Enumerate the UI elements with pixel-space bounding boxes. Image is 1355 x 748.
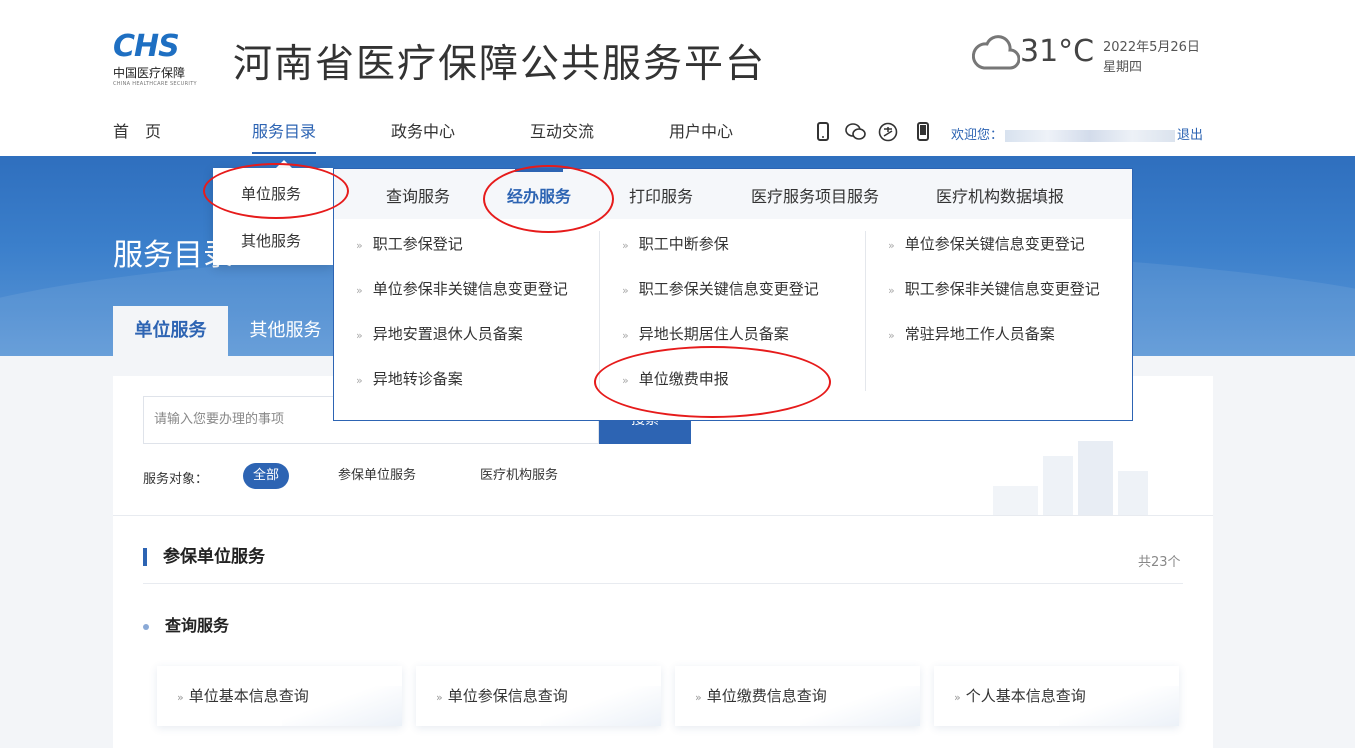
subsection-label: 查询服务 (165, 616, 230, 635)
double-chevron-icon: » (356, 284, 363, 297)
double-chevron-icon: » (622, 284, 629, 297)
menu-item-label: 异地转诊备案 (372, 370, 463, 388)
double-chevron-icon: » (888, 239, 895, 252)
menu-item-label: 职工参保非关键信息变更登记 (904, 280, 1100, 298)
menu-item[interactable]: » 异地转诊备案 (356, 368, 463, 389)
service-card-label: 个人基本信息查询 (965, 687, 1086, 705)
filter-option-all[interactable]: 全部 (243, 463, 289, 489)
double-chevron-icon: » (356, 374, 363, 387)
menu-item[interactable]: » 职工参保登记 (356, 233, 463, 254)
logout-link[interactable]: 退出 (1177, 128, 1203, 143)
double-chevron-icon: » (177, 691, 184, 704)
column-divider (865, 231, 866, 391)
mobile-icon[interactable] (816, 122, 836, 142)
menu-item[interactable]: » 异地长期居住人员备案 (622, 323, 789, 344)
dropdown-tab-bar: 查询服务 经办服务 打印服务 医疗服务项目服务 医疗机构数据填报 (334, 169, 1132, 219)
weather-weekday: 星期四 (1103, 60, 1143, 75)
double-chevron-icon: » (695, 691, 702, 704)
dropdown-tab-query[interactable]: 查询服务 (386, 169, 450, 219)
weather-widget: 31°C 2022年5月26日 星期四 (972, 28, 1212, 78)
double-chevron-icon: » (888, 284, 895, 297)
service-card[interactable]: » 单位基本信息查询 (157, 666, 402, 726)
menu-item[interactable]: » 职工参保非关键信息变更登记 (888, 278, 1100, 299)
menu-item-label: 异地安置退休人员备案 (372, 325, 523, 343)
service-card-label: 单位参保信息查询 (447, 687, 568, 705)
main-content: 请输入您要办理的事项 搜索 服务对象： 全部 参保单位服务 医疗机构服务 参保单… (113, 376, 1213, 748)
filter-option-medical-institution[interactable]: 医疗机构服务 (480, 463, 558, 489)
service-card-label: 单位基本信息查询 (188, 687, 309, 705)
menu-item-label: 职工参保关键信息变更登记 (638, 280, 819, 298)
alipay-icon[interactable] (878, 122, 898, 142)
welcome-label: 欢迎您： (951, 128, 1004, 143)
service-card[interactable]: » 单位参保信息查询 (416, 666, 661, 726)
service-card[interactable]: » 个人基本信息查询 (934, 666, 1179, 726)
dropdown-category-other[interactable]: 其他服务 (213, 217, 333, 265)
section-count: 共23个 (1138, 555, 1181, 570)
wechat-icon[interactable] (844, 122, 866, 142)
menu-item-label: 单位参保关键信息变更登记 (904, 235, 1085, 253)
nav-item-user-center[interactable]: 用户中心 (669, 118, 733, 154)
menu-item-label: 异地长期居住人员备案 (638, 325, 789, 343)
nav-item-home[interactable]: 首 页 (113, 118, 161, 154)
logo-mark: CHS (113, 29, 180, 64)
service-card-label: 单位缴费信息查询 (706, 687, 827, 705)
divider (113, 515, 1213, 516)
menu-item-label: 职工中断参保 (638, 235, 729, 253)
double-chevron-icon: » (622, 239, 629, 252)
nav-item-government-center[interactable]: 政务中心 (391, 118, 455, 154)
filter-option-insured-unit[interactable]: 参保单位服务 (338, 463, 416, 489)
buildings-decoration (993, 441, 1148, 516)
tab-other-services[interactable]: 其他服务 (228, 306, 343, 356)
menu-item[interactable]: » 单位参保关键信息变更登记 (888, 233, 1085, 254)
menu-item-label: 单位参保非关键信息变更登记 (372, 280, 568, 298)
subsection-title: 查询服务 (143, 612, 229, 636)
site-title: 河南省医疗保障公共服务平台 (233, 42, 767, 87)
column-divider (599, 231, 600, 391)
filter-label: 服务对象： (143, 472, 209, 487)
logo-english-text: CHINA HEALTHCARE SECURITY (113, 81, 197, 87)
tab-unit-services[interactable]: 单位服务 (113, 306, 228, 356)
site-header: CHS 中国医疗保障 CHINA HEALTHCARE SECURITY 河南省… (0, 0, 1355, 156)
nav-item-service-catalog[interactable]: 服务目录 (252, 118, 317, 154)
logo-chinese-text: 中国医疗保障 (113, 66, 186, 80)
menu-item[interactable]: » 异地安置退休人员备案 (356, 323, 523, 344)
double-chevron-icon: » (436, 691, 443, 704)
menu-item[interactable]: » 职工参保关键信息变更登记 (622, 278, 819, 299)
divider (143, 583, 1183, 584)
menu-item-label: 职工参保登记 (372, 235, 463, 253)
section-title: 参保单位服务 (143, 548, 265, 566)
service-card[interactable]: » 单位缴费信息查询 (675, 666, 920, 726)
double-chevron-icon: » (356, 329, 363, 342)
double-chevron-icon: » (888, 329, 895, 342)
menu-item[interactable]: » 单位参保非关键信息变更登记 (356, 278, 568, 299)
annotation-circle-handling-tab (483, 165, 614, 233)
menu-item[interactable]: » 常驻异地工作人员备案 (888, 323, 1055, 344)
cloud-icon (972, 35, 1020, 70)
double-chevron-icon: » (622, 329, 629, 342)
weather-date: 2022年5月26日 (1103, 40, 1200, 55)
double-chevron-icon: » (954, 691, 961, 704)
annotation-circle-payment-declaration (594, 346, 831, 418)
site-logo[interactable]: CHS 中国医疗保障 CHINA HEALTHCARE SECURITY (113, 32, 203, 88)
menu-item-label: 常驻异地工作人员备案 (904, 325, 1055, 343)
bullet-dot (143, 623, 149, 630)
dropdown-tab-institution-data[interactable]: 医疗机构数据填报 (936, 169, 1064, 219)
dropdown-tab-medical-items[interactable]: 医疗服务项目服务 (751, 169, 879, 219)
menu-item[interactable]: » 职工中断参保 (622, 233, 729, 254)
nav-item-interaction[interactable]: 互动交流 (530, 118, 594, 154)
double-chevron-icon: » (356, 239, 363, 252)
dropdown-tab-print[interactable]: 打印服务 (629, 169, 693, 219)
masked-username (1005, 129, 1176, 142)
weather-temperature: 31°C (1020, 34, 1095, 69)
annotation-circle-unit-services (203, 163, 349, 219)
phone-icon[interactable] (916, 122, 936, 142)
user-welcome: 欢迎您： 退出 (951, 124, 1203, 143)
